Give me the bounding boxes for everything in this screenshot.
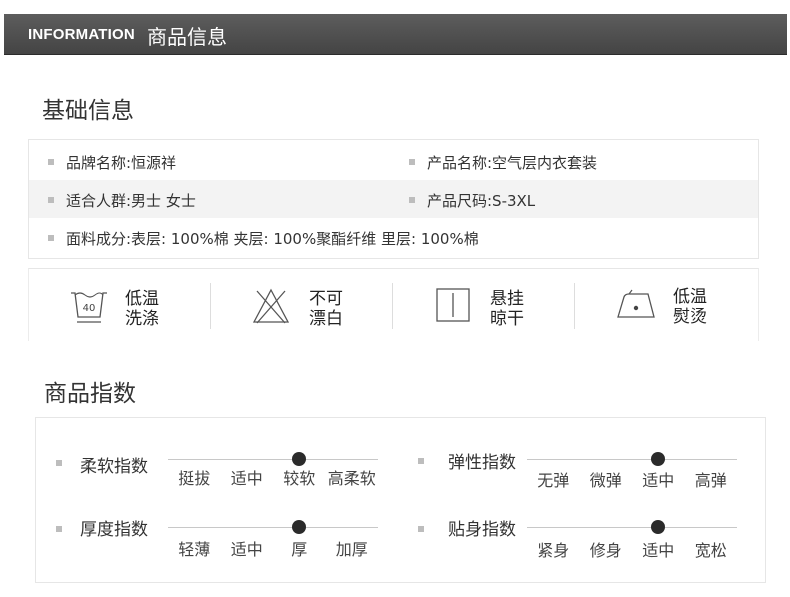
index-label: 厚度指数 — [80, 520, 148, 540]
index-label: 弹性指数 — [448, 453, 516, 473]
product-name-text: 产品名称:空气层内衣套装 — [427, 154, 598, 172]
index-option: 高弹 — [694, 471, 727, 490]
banner-en-title: INFORMATION — [28, 26, 135, 43]
index-label: 贴身指数 — [448, 520, 516, 540]
info-row: 适合人群:男士 女士 产品尺码:S-3XL — [29, 180, 758, 218]
no-bleach-icon — [252, 288, 290, 324]
index-option: 无弹 — [537, 471, 570, 490]
audience-text: 适合人群:男士 女士 — [66, 192, 196, 210]
bullet-icon — [56, 526, 62, 532]
index-track — [527, 527, 737, 528]
index-option: 适中 — [642, 471, 675, 490]
product-indices: 柔软指数 挺拔 适中 较软 高柔软 弹性指数 无弹 微弹 适中 高弹 厚度指数 … — [35, 417, 766, 583]
index-block: 贴身指数 紧身 修身 适中 宽松 — [396, 500, 765, 582]
care-instructions: 40 低温 洗涤 不可 漂白 悬挂 晾干 低温 熨烫 — [28, 268, 759, 341]
care-item-iron: 低温 熨烫 — [575, 269, 757, 341]
bullet-icon — [48, 234, 54, 241]
index-option: 适中 — [230, 540, 263, 559]
index-block: 弹性指数 无弹 微弹 适中 高弹 — [396, 418, 765, 500]
index-track — [168, 527, 378, 528]
wash-temp-text: 40 — [83, 303, 96, 314]
index-block: 厚度指数 轻薄 适中 厚 加厚 — [36, 500, 396, 582]
index-option: 修身 — [589, 541, 622, 560]
care-label-wash: 低温 洗涤 — [125, 289, 159, 329]
care-line1: 低温 — [673, 287, 707, 307]
index-label: 柔软指数 — [80, 457, 148, 477]
index-option: 较软 — [283, 469, 316, 488]
index-knob — [651, 520, 666, 534]
index-track — [527, 459, 737, 460]
index-option: 加厚 — [335, 540, 368, 559]
index-option: 挺拔 — [178, 469, 211, 488]
index-option: 宽松 — [694, 541, 727, 560]
brand-item: 品牌名称:恒源祥 — [48, 152, 176, 173]
product-name-item: 产品名称:空气层内衣套装 — [409, 152, 597, 173]
index-option: 紧身 — [537, 541, 570, 560]
index-knob — [292, 520, 307, 534]
hang-dry-icon — [436, 288, 470, 322]
bullet-icon — [418, 458, 424, 464]
fabric-item: 面料成分:表层: 100%棉 夹层: 100%聚酯纤维 里层: 100%棉 — [48, 228, 479, 249]
indices-title: 商品指数 — [44, 381, 136, 407]
care-label-dry: 悬挂 晾干 — [490, 289, 524, 329]
bullet-icon — [48, 158, 54, 165]
care-line2: 洗涤 — [125, 309, 159, 329]
care-line1: 低温 — [125, 289, 159, 309]
banner-cn-title: 商品信息 — [147, 25, 227, 49]
bullet-icon — [418, 526, 424, 532]
info-row: 面料成分:表层: 100%棉 夹层: 100%聚酯纤维 里层: 100%棉 — [29, 218, 758, 256]
bullet-icon — [56, 460, 62, 466]
index-option: 厚 — [291, 540, 308, 559]
index-track — [168, 459, 378, 460]
index-knob — [292, 452, 307, 466]
care-label-bleach: 不可 漂白 — [309, 289, 343, 329]
basic-info-title: 基础信息 — [42, 98, 134, 124]
basic-info-table: 品牌名称:恒源祥 产品名称:空气层内衣套装 适合人群:男士 女士 产品尺码:S-… — [28, 139, 759, 259]
low-iron-icon — [617, 289, 655, 318]
size-text: 产品尺码:S-3XL — [427, 192, 536, 210]
care-line1: 悬挂 — [490, 289, 524, 309]
bullet-icon — [409, 196, 415, 203]
brand-text: 品牌名称:恒源祥 — [66, 154, 177, 172]
care-line2: 晾干 — [490, 309, 524, 329]
care-item-dry: 悬挂 晾干 — [393, 269, 573, 341]
care-line1: 不可 — [309, 289, 343, 309]
index-block: 柔软指数 挺拔 适中 较软 高柔软 — [36, 418, 396, 500]
index-knob — [651, 452, 666, 466]
care-label-iron: 低温 熨烫 — [673, 287, 707, 327]
wash-40-icon: 40 — [71, 292, 107, 323]
fabric-text: 面料成分:表层: 100%棉 夹层: 100%聚酯纤维 里层: 100%棉 — [66, 230, 479, 248]
bullet-icon — [48, 196, 54, 203]
information-banner: INFORMATION 商品信息 — [4, 14, 787, 55]
size-item: 产品尺码:S-3XL — [409, 190, 535, 211]
bullet-icon — [409, 158, 415, 165]
info-row: 品牌名称:恒源祥 产品名称:空气层内衣套装 — [29, 142, 758, 180]
care-line2: 漂白 — [309, 309, 343, 329]
index-option: 轻薄 — [178, 540, 211, 559]
audience-item: 适合人群:男士 女士 — [48, 190, 196, 211]
index-option: 适中 — [230, 469, 263, 488]
index-option: 微弹 — [589, 471, 622, 490]
index-option: 高柔软 — [327, 469, 376, 488]
care-item-bleach: 不可 漂白 — [211, 269, 391, 341]
care-line2: 熨烫 — [673, 307, 707, 327]
care-item-wash: 40 低温 洗涤 — [29, 269, 209, 341]
index-option: 适中 — [642, 541, 675, 560]
